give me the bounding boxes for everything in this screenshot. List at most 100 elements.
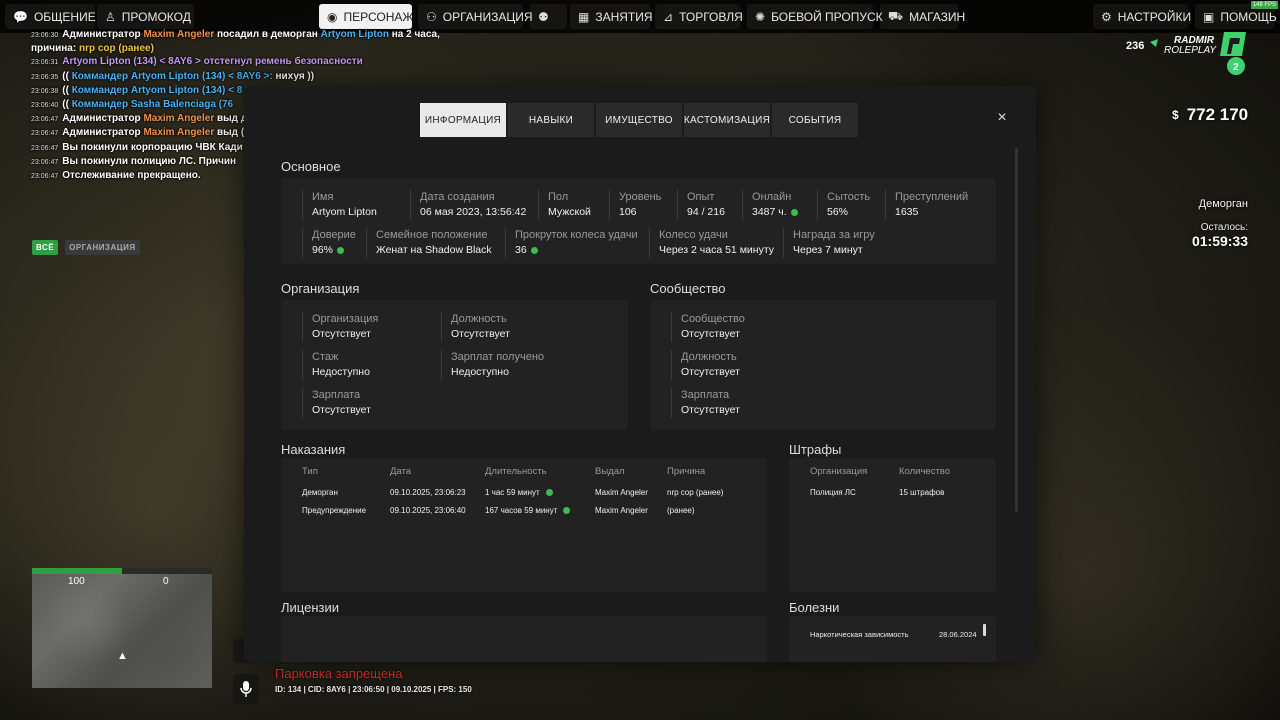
table-cell: Maxim Angeler xyxy=(595,488,648,497)
chat-text: посадил в деморган xyxy=(214,29,321,40)
topbar-activities-button[interactable]: ▦ ЗАНЯТИЯ xyxy=(570,4,653,29)
section-licenses-title: Лицензии xyxy=(281,600,339,615)
chat-timestamp: 23:06:47 xyxy=(31,158,59,166)
info-field: Должность Отсутствует xyxy=(441,312,510,342)
modal-tab[interactable]: КАСТОМИЗАЦИЯ xyxy=(684,103,770,137)
field-label: Зарплата xyxy=(681,389,730,401)
field-value-text: Отсутствует xyxy=(681,366,740,378)
chat-text: выд xyxy=(214,113,239,125)
chat-text: Maxim Angeler xyxy=(143,127,215,139)
table-header: Причина xyxy=(667,466,706,477)
topbar-community-button[interactable]: ⚉ xyxy=(530,4,567,29)
info-field: Прокруток колеса удачи 36 xyxy=(505,228,638,258)
topbar-promo-button[interactable]: ♙ ПРОМОКОД xyxy=(97,4,194,29)
chat-text: Maxim Angeler xyxy=(143,113,215,125)
table-cell: 167 часов 59 минут xyxy=(485,506,571,515)
chat-tab[interactable]: ОРГАНИЗАЦИЯ xyxy=(65,240,140,255)
gear-icon: ⚙ xyxy=(1101,9,1112,24)
topbar-org-label: ОРГАНИЗАЦИЯ xyxy=(442,9,533,24)
disease-date: 28.06.2024 xyxy=(939,630,977,639)
field-label: Должность xyxy=(451,313,507,325)
chat-text: (( xyxy=(62,84,72,96)
table-header: Выдал xyxy=(595,466,625,477)
radmir-logo: 236 RADMIR ROLEPLAY 2 xyxy=(1126,32,1246,75)
minimap: 100 0 ▲ xyxy=(32,568,212,688)
microphone-button[interactable] xyxy=(233,674,259,704)
field-label: Организация xyxy=(312,313,379,325)
topbar-trading-button[interactable]: ⊿ ТОРГОВЛЯ xyxy=(655,4,743,29)
tracker-title: Деморган xyxy=(1198,198,1248,210)
field-value: Отсутствует xyxy=(451,326,510,342)
table-header: Организация xyxy=(810,466,868,477)
topbar-battlepass-button[interactable]: ✺ БОЕВОЙ ПРОПУСК xyxy=(747,4,883,29)
modal-tab[interactable]: ИМУЩЕСТВО xyxy=(596,103,682,137)
microphone-icon xyxy=(240,681,252,697)
server-arrow-icon xyxy=(1150,39,1158,47)
cell-text: 09.10.2025, 23:06:23 xyxy=(390,488,466,497)
promo-figure-icon: ♙ xyxy=(105,9,116,24)
money-display: $ 772 170 xyxy=(1172,105,1248,125)
topbar-shop-button[interactable]: ⛟ МАГАЗИН xyxy=(880,4,965,29)
fps-badge: 148 FPS xyxy=(1250,1,1278,9)
topbar-activities-label: ЗАНЯТИЯ xyxy=(595,9,653,24)
chat-text: выд xyxy=(214,127,239,139)
topbar-help-label: ПОМОЩЬ xyxy=(1220,9,1277,24)
info-field: Зарплат получено Недоступно xyxy=(441,350,544,380)
section-fines-title: Штрафы xyxy=(789,442,842,457)
chat-text: Отслеживание прекращено. xyxy=(62,170,201,182)
cell-text: (ранее) xyxy=(667,506,695,515)
chat-tab[interactable]: ВСЁ xyxy=(32,240,59,255)
modal-tabs: ИНФОРМАЦИЯ НАВЫКИ ИМУЩЕСТВО КАСТОМИЗАЦИЯ СОБ… xyxy=(420,103,858,137)
modal-tab[interactable]: ИНФОРМАЦИЯ xyxy=(420,103,506,137)
table-cell: 15 штрафов xyxy=(899,488,945,497)
info-field: Зарплата Отсутствует xyxy=(671,388,740,418)
field-value: Через 2 часа 51 минуту xyxy=(659,242,774,258)
field-value: Через 7 минут xyxy=(793,242,875,258)
chat-text: (( xyxy=(62,70,72,82)
chat-timestamp: 23:06:35 xyxy=(31,73,59,81)
chat-text: Artyom Lipton (134) < 8AY6 >: xyxy=(130,70,276,82)
chat-text: Администратор xyxy=(62,29,144,40)
info-field: Зарплата Отсутствует xyxy=(302,388,371,418)
topbar-settings-button[interactable]: ⚙ НАСТРОЙКИ xyxy=(1093,4,1191,29)
chat-text: Коммандер xyxy=(71,70,131,82)
info-field: Сытость 56% xyxy=(817,190,870,220)
table-cell: 09.10.2025, 23:06:23 xyxy=(390,488,466,497)
field-value-text: 94 / 216 xyxy=(687,206,725,218)
topbar-org-button[interactable]: ⚇ ОРГАНИЗАЦИЯ xyxy=(418,4,533,29)
field-value-text: Женат на Shadow Black xyxy=(376,244,492,256)
info-field: Доверие 96% xyxy=(302,228,356,258)
table-header: Длительность xyxy=(485,466,547,477)
topbar-chat-button[interactable]: 💬 ОБЩЕНИЕ xyxy=(5,4,96,29)
org-panel: Организация Отсутствует Должность Отсутству… xyxy=(281,300,628,430)
money-amount: 772 170 xyxy=(1186,105,1249,124)
field-value: 56% xyxy=(827,204,870,220)
section-community-title: Сообщество xyxy=(650,281,726,296)
field-label: Колесо удачи xyxy=(659,229,728,241)
chart-icon: ⊿ xyxy=(663,9,674,24)
info-field: Пол Мужской xyxy=(538,190,591,220)
table-cell: Полиция ЛС xyxy=(810,488,856,497)
chat-bubble-icon: 💬 xyxy=(13,9,28,24)
field-value: Недоступно xyxy=(312,364,370,380)
modal-scrollbar[interactable] xyxy=(1015,148,1018,512)
field-value-text: 36 xyxy=(515,244,527,256)
topbar-character-button[interactable]: ◉ ПЕРСОНАЖ xyxy=(319,4,413,29)
cell-text: Предупреждение xyxy=(302,506,367,515)
modal-tab[interactable]: СОБЫТИЯ xyxy=(772,103,858,137)
demorgan-tracker: Деморган Осталось: 01:59:33 xyxy=(1150,198,1248,249)
table-cell: 1 час 59 минут xyxy=(485,488,553,497)
topbar-promo-label: ПРОМОКОД xyxy=(121,9,191,24)
diseases-scrollbar[interactable] xyxy=(983,624,986,636)
status-dot-icon xyxy=(545,489,553,496)
field-value: 36 xyxy=(515,242,638,258)
topbar-trading-label: ТОРГОВЛЯ xyxy=(679,9,743,24)
field-value: 106 xyxy=(619,204,661,220)
field-label: Пол xyxy=(548,191,569,203)
chat-line: 23:06:30 Администратор Maxim Angeler поса… xyxy=(31,28,441,55)
chat-timestamp: 23:06:40 xyxy=(31,102,59,110)
field-value: 3487 ч. xyxy=(752,204,798,220)
close-button[interactable]: × xyxy=(992,108,1012,128)
modal-tab[interactable]: НАВЫКИ xyxy=(508,103,594,137)
diseases-panel: Наркотическая зависимость 28.06.2024 xyxy=(789,616,996,662)
